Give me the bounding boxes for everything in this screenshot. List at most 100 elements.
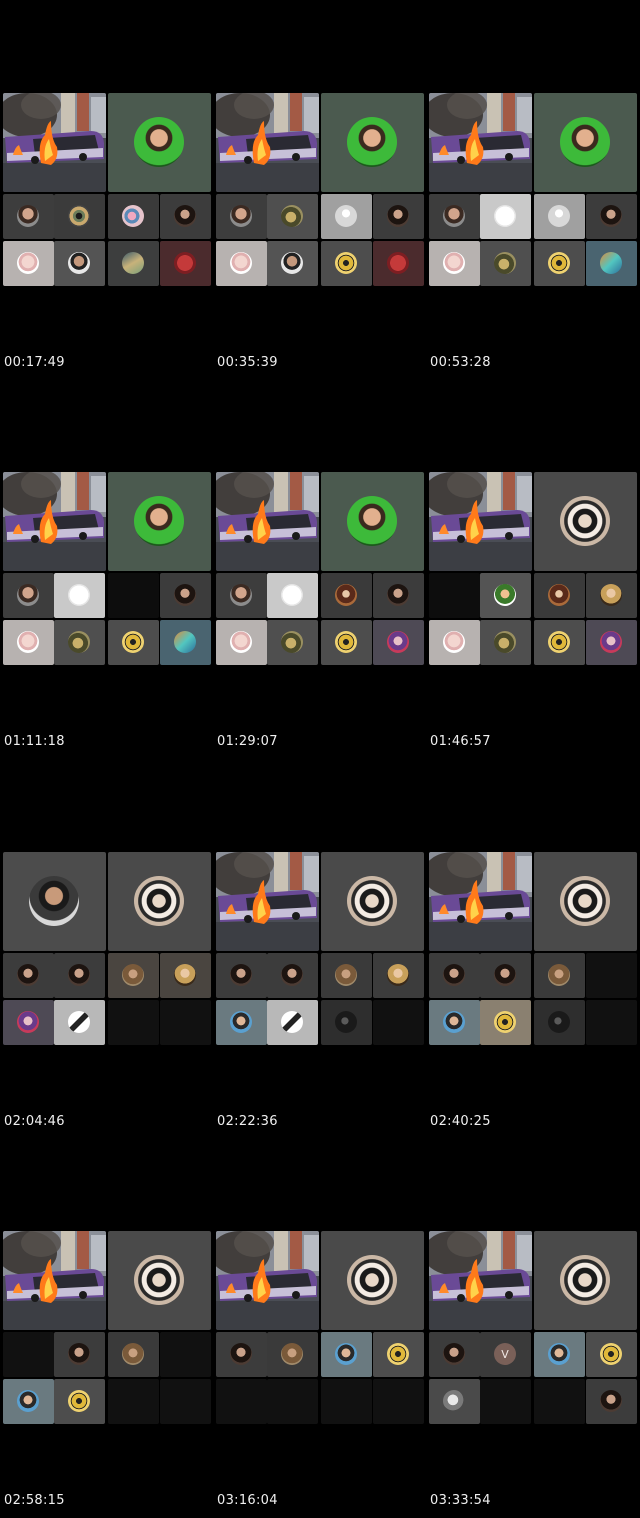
participant-tile[interactable] — [586, 573, 637, 618]
main-video-tile-left[interactable] — [429, 93, 532, 192]
participant-tile[interactable] — [480, 241, 531, 286]
main-video-tile-right[interactable] — [321, 1231, 424, 1330]
participant-tile[interactable] — [373, 953, 424, 998]
participant-tile[interactable] — [534, 1332, 585, 1377]
participant-tile[interactable] — [429, 241, 480, 286]
participant-tile[interactable] — [429, 620, 480, 665]
participant-tile[interactable] — [267, 953, 318, 998]
main-video-tile-right[interactable] — [321, 472, 424, 571]
participant-tile[interactable] — [160, 953, 211, 998]
participant-tile[interactable] — [321, 953, 372, 998]
participant-tile[interactable] — [3, 953, 54, 998]
main-video-tile-right[interactable] — [534, 852, 637, 951]
participant-tile[interactable] — [3, 620, 54, 665]
participant-tile[interactable] — [54, 620, 105, 665]
participant-tile[interactable] — [267, 620, 318, 665]
participant-tile[interactable] — [480, 953, 531, 998]
participant-tile[interactable] — [108, 194, 159, 239]
participant-tile[interactable] — [54, 1332, 105, 1377]
participant-tile[interactable] — [429, 1000, 480, 1045]
main-video-tile-left[interactable] — [429, 852, 532, 951]
main-video-tile-left[interactable] — [429, 1231, 532, 1330]
main-video-tile-right[interactable] — [534, 1231, 637, 1330]
main-video-tile-right[interactable] — [321, 93, 424, 192]
participant-tile[interactable] — [534, 241, 585, 286]
participant-tile[interactable] — [586, 620, 637, 665]
participant-tile[interactable] — [216, 1000, 267, 1045]
participant-tile[interactable] — [480, 573, 531, 618]
main-video-tile-right[interactable] — [534, 472, 637, 571]
participant-tile[interactable] — [534, 1000, 585, 1045]
main-video-tile-left[interactable] — [216, 472, 319, 571]
main-video-tile-left[interactable] — [216, 1231, 319, 1330]
participant-tile[interactable] — [586, 1379, 637, 1424]
participant-tile[interactable] — [321, 620, 372, 665]
participant-tile[interactable] — [54, 1000, 105, 1045]
participant-tile[interactable] — [321, 241, 372, 286]
participant-tile[interactable] — [267, 241, 318, 286]
participant-tile[interactable] — [108, 1332, 159, 1377]
main-video-tile-right[interactable] — [108, 93, 211, 192]
participant-tile[interactable] — [534, 620, 585, 665]
participant-tile[interactable] — [586, 241, 637, 286]
main-video-tile-right[interactable] — [108, 472, 211, 571]
main-video-tile-left[interactable] — [3, 852, 106, 951]
participant-tile[interactable] — [321, 1332, 372, 1377]
participant-tile[interactable] — [267, 1000, 318, 1045]
participant-tile[interactable] — [373, 573, 424, 618]
main-video-tile-left[interactable] — [216, 852, 319, 951]
participant-tile[interactable] — [3, 194, 54, 239]
main-video-tile-left[interactable] — [3, 93, 106, 192]
participant-tile[interactable] — [429, 194, 480, 239]
participant-tile[interactable] — [160, 241, 211, 286]
participant-tile[interactable] — [54, 1379, 105, 1424]
participant-tile[interactable] — [3, 1379, 54, 1424]
main-video-tile-right[interactable] — [108, 1231, 211, 1330]
participant-tile[interactable] — [373, 241, 424, 286]
participant-tile[interactable] — [108, 241, 159, 286]
participant-tile[interactable] — [586, 1332, 637, 1377]
participant-tile[interactable] — [216, 241, 267, 286]
participant-tile[interactable] — [480, 620, 531, 665]
participant-tile[interactable] — [373, 194, 424, 239]
participant-tile[interactable] — [160, 194, 211, 239]
participant-tile[interactable] — [3, 241, 54, 286]
participant-tile[interactable] — [429, 1379, 480, 1424]
participant-tile[interactable] — [480, 1000, 531, 1045]
participant-tile[interactable] — [534, 194, 585, 239]
participant-tile[interactable] — [321, 573, 372, 618]
participant-tile[interactable] — [54, 241, 105, 286]
participant-tile[interactable] — [54, 573, 105, 618]
participant-tile[interactable] — [108, 953, 159, 998]
main-video-tile-right[interactable] — [108, 852, 211, 951]
participant-tile[interactable] — [54, 953, 105, 998]
participant-tile[interactable] — [373, 1332, 424, 1377]
main-video-tile-left[interactable] — [3, 1231, 106, 1330]
participant-tile[interactable] — [534, 953, 585, 998]
participant-tile[interactable] — [216, 194, 267, 239]
participant-tile[interactable] — [321, 1000, 372, 1045]
participant-tile[interactable] — [216, 620, 267, 665]
participant-tile[interactable]: V — [480, 1332, 531, 1377]
participant-tile[interactable] — [429, 953, 480, 998]
main-video-tile-right[interactable] — [534, 93, 637, 192]
participant-tile[interactable] — [267, 573, 318, 618]
participant-tile[interactable] — [216, 953, 267, 998]
main-video-tile-left[interactable] — [216, 93, 319, 192]
main-video-tile-left[interactable] — [429, 472, 532, 571]
participant-tile[interactable] — [3, 573, 54, 618]
participant-tile[interactable] — [586, 194, 637, 239]
participant-tile[interactable] — [267, 194, 318, 239]
participant-tile[interactable] — [534, 573, 585, 618]
participant-tile[interactable] — [54, 194, 105, 239]
participant-tile[interactable] — [160, 573, 211, 618]
participant-tile[interactable] — [480, 194, 531, 239]
participant-tile[interactable] — [373, 620, 424, 665]
participant-tile[interactable] — [267, 1332, 318, 1377]
participant-tile[interactable] — [429, 1332, 480, 1377]
participant-tile[interactable] — [321, 194, 372, 239]
participant-tile[interactable] — [216, 1332, 267, 1377]
participant-tile[interactable] — [160, 620, 211, 665]
participant-tile[interactable] — [3, 1000, 54, 1045]
participant-tile[interactable] — [108, 620, 159, 665]
